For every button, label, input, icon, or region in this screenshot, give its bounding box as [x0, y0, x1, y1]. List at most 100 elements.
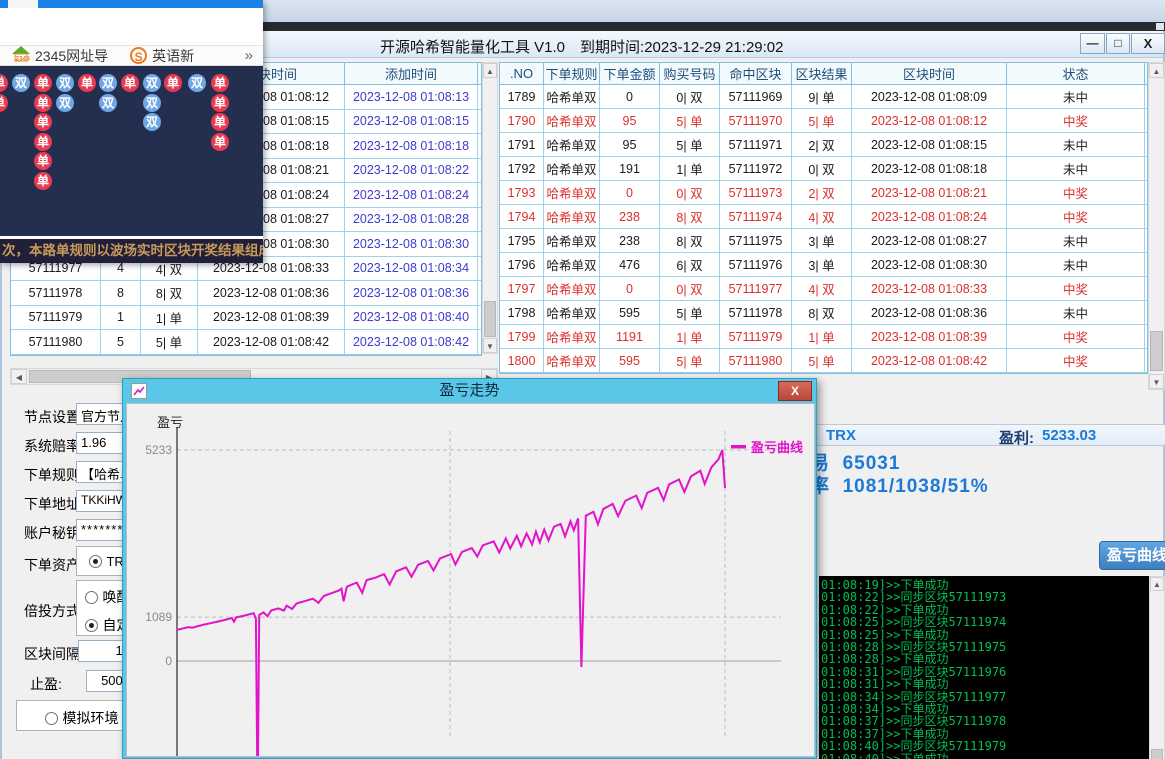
table-row[interactable]: 1796哈希单双4766| 双571119763| 单2023-12-08 01… [500, 253, 1147, 277]
bookmark-2345-label[interactable]: 2345网址导 [35, 46, 108, 66]
table-row[interactable]: 1797哈希单双00| 双571119774| 双2023-12-08 01:0… [500, 277, 1147, 301]
scroll-up-icon[interactable]: ▲ [1150, 577, 1164, 591]
table-cell: 57111969 [720, 85, 792, 108]
table-cell: 57111974 [720, 205, 792, 228]
table-row[interactable]: 5711197911| 单2023-12-08 01:08:392023-12-… [11, 306, 481, 331]
scroll-up-icon[interactable]: ▲ [1149, 63, 1164, 78]
table-cell: 2023-12-08 01:08:28 [345, 208, 478, 232]
close-button[interactable]: X [1131, 33, 1165, 54]
table-cell: 5 [101, 330, 141, 354]
table-cell: 中奖 [1007, 181, 1145, 204]
column-header[interactable]: 区块时间 [852, 63, 1007, 84]
orders-table-vscrollbar[interactable]: ▲ ▼ [1148, 62, 1165, 390]
table-row[interactable]: 1789哈希单双00| 双571119699| 单2023-12-08 01:0… [500, 85, 1147, 109]
scroll-up-icon[interactable]: ▲ [483, 63, 497, 78]
browser-titlebar[interactable] [0, 0, 263, 8]
table-row[interactable]: 1791哈希单双955| 单571119712| 双2023-12-08 01:… [500, 133, 1147, 157]
table-cell: 0 [600, 277, 660, 300]
table-cell: 未中 [1007, 301, 1145, 324]
asset-radio-trx[interactable] [89, 555, 102, 568]
column-header[interactable]: 区块结果 [792, 63, 852, 84]
home-2345-icon: 2345 [12, 46, 30, 65]
chart-window-title[interactable]: 盈亏走势 [123, 379, 816, 403]
bet-mode-radio-custom[interactable] [85, 619, 98, 632]
table-cell: 0 [600, 181, 660, 204]
table-row[interactable]: 5711197888| 双2023-12-08 01:08:362023-12-… [11, 281, 481, 306]
table-cell: 哈希单双 [544, 157, 600, 180]
sim-env-radio[interactable] [45, 712, 58, 725]
table-cell: 5| 单 [660, 301, 720, 324]
sim-env-label: 模拟环境 [62, 710, 118, 726]
table-cell: 未中 [1007, 253, 1145, 276]
table-cell: 2023-12-08 01:08:39 [852, 325, 1007, 348]
rule-label: 下单规则 [24, 465, 80, 485]
column-header[interactable]: 下单金额 [600, 63, 660, 84]
bet-mode-radio-wake[interactable] [85, 591, 98, 604]
table-row[interactable]: 1794哈希单双2388| 双571119744| 双2023-12-08 01… [500, 205, 1147, 229]
bookmark-english-label[interactable]: 英语新 [152, 46, 194, 66]
table-cell: 2023-12-08 01:08:39 [198, 306, 345, 330]
chart-y-axis-label: 盈亏 [157, 412, 183, 431]
scroll-left-icon[interactable]: ◀ [11, 369, 27, 384]
column-header[interactable]: .NO [500, 63, 544, 84]
background-window-button [1156, 23, 1164, 30]
road-dot-odd: 单 [211, 113, 229, 131]
table-row[interactable]: 1799哈希单双11911| 单571119791| 单2023-12-08 0… [500, 325, 1147, 349]
road-dot-odd: 单 [34, 74, 52, 92]
scroll-down-icon[interactable]: ▼ [1149, 374, 1164, 389]
left-table-vscrollbar[interactable]: ▲ ▼ [482, 62, 498, 354]
minimize-button[interactable]: — [1080, 33, 1105, 54]
column-header[interactable]: 命中区块 [720, 63, 792, 84]
console-vscroll-thumb[interactable]: ≡ [1151, 749, 1163, 759]
table-cell: 未中 [1007, 229, 1145, 252]
column-header[interactable]: 购买号码 [660, 63, 720, 84]
table-cell: 0 [600, 85, 660, 108]
log-line: 01:08:40]>>下单成功 [821, 753, 1149, 759]
table-cell: 0| 双 [792, 157, 852, 180]
table-row[interactable]: 1800哈希单双5955| 单571119805| 单2023-12-08 01… [500, 349, 1147, 373]
table-cell: 2023-12-08 01:08:18 [852, 157, 1007, 180]
road-dot-odd: 单 [0, 94, 8, 112]
column-header[interactable]: 下单规则 [544, 63, 600, 84]
asset-ticker-label: TRX [826, 427, 856, 444]
table-cell: 0| 双 [660, 85, 720, 108]
console-vscrollbar[interactable]: ▲ ≡ ▼ [1149, 576, 1165, 759]
table-row[interactable]: 1792哈希单双1911| 单571119720| 双2023-12-08 01… [500, 157, 1147, 181]
table-cell: 2023-12-08 01:08:42 [345, 330, 478, 354]
table-cell: 57111975 [720, 229, 792, 252]
road-map-panel: ︽ 单单双单单单单单单双双单双双单双双双单双单单单单 [0, 66, 263, 236]
table-cell: 哈希单双 [544, 229, 600, 252]
table-row[interactable]: 5711198055| 单2023-12-08 01:08:422023-12-… [11, 330, 481, 355]
column-header[interactable]: 添加时间 [345, 63, 478, 84]
bookmarks-overflow-chevron[interactable]: » [245, 47, 253, 64]
table-cell: 2023-12-08 01:08:36 [852, 301, 1007, 324]
road-dot-odd: 单 [78, 74, 96, 92]
log-line: 01:08:28]>>下单成功 [821, 653, 1149, 665]
profit-curve-button[interactable]: 盈亏曲线 [1099, 541, 1165, 570]
table-cell: 1| 单 [792, 325, 852, 348]
table-cell: 595 [600, 301, 660, 324]
scroll-down-icon[interactable]: ▼ [483, 338, 497, 353]
table-cell: 238 [600, 205, 660, 228]
table-row[interactable]: 1798哈希单双5955| 单571119788| 双2023-12-08 01… [500, 301, 1147, 325]
table-cell: 2023-12-08 01:08:24 [852, 205, 1007, 228]
maximize-button[interactable]: □ [1106, 33, 1130, 54]
table-row[interactable]: 1793哈希单双00| 双571119732| 双2023-12-08 01:0… [500, 181, 1147, 205]
orders-table-vscroll-thumb[interactable] [1150, 331, 1163, 371]
table-cell: 1794 [500, 205, 544, 228]
table-cell: 9| 单 [792, 85, 852, 108]
sim-env-groupbox: 模拟环境 [16, 700, 134, 731]
chart-close-button[interactable]: X [778, 381, 812, 401]
left-table-vscroll-thumb[interactable] [484, 301, 496, 337]
table-cell: 57111971 [720, 133, 792, 156]
table-row[interactable]: 1795哈希单双2388| 双571119753| 单2023-12-08 01… [500, 229, 1147, 253]
log-console[interactable]: 01:08:19]>>下单成功01:08:22]>>同步区块5711197301… [819, 576, 1149, 759]
table-row[interactable]: 1790哈希单双955| 单571119705| 单2023-12-08 01:… [500, 109, 1147, 133]
bookmarks-bar: 2345 2345网址导 S 英语新 » [0, 45, 263, 66]
browser-tab[interactable] [8, 0, 38, 8]
column-header[interactable]: 状态 [1007, 63, 1145, 84]
road-dot-odd: 单 [0, 74, 8, 92]
road-dot-even: 双 [56, 74, 74, 92]
table-cell: 57111976 [720, 253, 792, 276]
table-cell: 哈希单双 [544, 109, 600, 132]
